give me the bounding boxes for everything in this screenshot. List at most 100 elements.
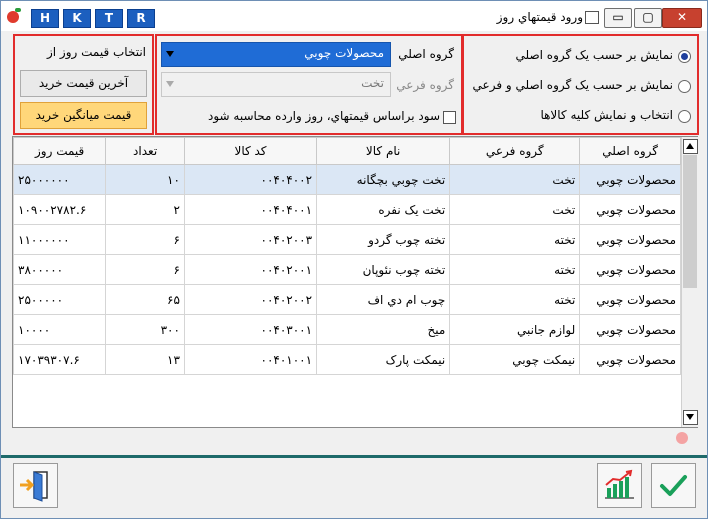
cell-sub-group[interactable]: تخته (449, 224, 581, 255)
window: H K T R ورود قيمتهاي روز ▭ ▢ ✕ انتخاب قی… (0, 0, 708, 519)
profit-calc-checkbox[interactable] (443, 111, 456, 124)
shortcut-t-button[interactable]: T (95, 9, 123, 28)
maximize-button[interactable]: ▢ (634, 8, 662, 28)
cell-item-code[interactable]: ۰۰۴۰۲۰۰۳ (183, 224, 318, 255)
scroll-down-icon[interactable] (683, 410, 698, 425)
cell-item-code[interactable]: ۰۰۴۰۴۰۰۲ (183, 164, 318, 195)
table-row[interactable]: ۲۵۰۰۰۰۰ ۶۵ ۰۰۴۰۲۰۰۲ چوب ام دي اف تخته مح… (12, 284, 681, 315)
cell-daily-price[interactable]: ۱۰۰۰۰ (12, 314, 107, 345)
table-row[interactable]: ۱۰۹۰۰۲۷۸۲.۶ ۲ ۰۰۴۰۴۰۰۱ تخت یک نفره تخت م… (12, 194, 681, 225)
window-icon (585, 11, 599, 24)
main-group-label: گروه اصلي (398, 47, 454, 61)
cell-item-code[interactable]: ۰۰۴۰۲۰۰۲ (183, 284, 318, 315)
shortcut-r-button[interactable]: R (127, 9, 155, 28)
col-daily-price[interactable]: قيمت روز (12, 137, 107, 165)
cell-quantity[interactable]: ۶۵ (105, 284, 185, 315)
chevron-down-icon (166, 51, 174, 57)
table-row[interactable]: ۱۷۰۳۹۳۰۷.۶ ۱۳ ۰۰۴۰۱۰۰۱ نيمکت پارک نيمکت … (12, 344, 681, 375)
col-sub-group[interactable]: گروه فرعي (449, 137, 581, 165)
checkmark-icon (660, 475, 687, 496)
profit-calc-label: سود براساس قيمتهاي، روز وارده محاسبه شود (208, 109, 440, 123)
items-table: قيمت روز تعداد کد کالا نام کالا گروه فرع… (12, 137, 681, 375)
col-main-group[interactable]: گروه اصلي (579, 137, 681, 165)
radio-by-main-and-sub-group[interactable] (678, 80, 691, 93)
app-logo-icon (7, 11, 19, 23)
cell-item-name[interactable]: نيمکت پارک (316, 344, 451, 375)
cell-sub-group[interactable]: نيمکت چوبي (449, 344, 581, 375)
table-row[interactable]: ۳۸۰۰۰۰۰ ۶ ۰۰۴۰۲۰۰۱ تخته چوب نئوپان تخته … (12, 254, 681, 285)
cell-sub-group[interactable]: تخته (449, 284, 581, 315)
cell-daily-price[interactable]: ۱۱۰۰۰۰۰۰ (12, 224, 107, 255)
cell-item-name[interactable]: تخته چوب گردو (316, 224, 451, 255)
cell-quantity[interactable]: ۱۰ (105, 164, 185, 195)
cell-quantity[interactable]: ۱۳ (105, 344, 185, 375)
chevron-down-icon (166, 81, 174, 87)
price-source-label: انتخاب قیمت روز از (46, 45, 146, 59)
col-item-name[interactable]: نام کالا (316, 137, 451, 165)
cell-item-code[interactable]: ۰۰۴۰۲۰۰۱ (183, 254, 318, 285)
group-filter-panel: گروه اصلي محصولات چوبي گروه فرعي تخت سود… (155, 34, 464, 135)
close-button[interactable]: ✕ (662, 8, 702, 28)
chart-button[interactable] (597, 463, 642, 508)
cell-item-code[interactable]: ۰۰۴۰۳۰۰۱ (183, 314, 318, 345)
radio-by-main-and-sub-group-label: نمايش بر حسب يک گروه اصلي و فرعي (472, 78, 673, 92)
cell-main-group[interactable]: محصولات چوبي (579, 164, 681, 195)
cell-item-name[interactable]: تخت چوبي بچگانه (316, 164, 451, 195)
cell-daily-price[interactable]: ۲۵۰۰۰۰۰۰ (12, 164, 107, 195)
shortcut-k-button[interactable]: K (63, 9, 91, 28)
confirm-button[interactable] (651, 463, 696, 508)
cell-sub-group[interactable]: تخت (449, 194, 581, 225)
cell-daily-price[interactable]: ۳۸۰۰۰۰۰ (12, 254, 107, 285)
exit-button[interactable] (13, 463, 58, 508)
col-quantity[interactable]: تعداد (105, 137, 185, 165)
radio-all-items[interactable] (678, 110, 691, 123)
cell-item-name[interactable]: چوب ام دي اف (316, 284, 451, 315)
cell-main-group[interactable]: محصولات چوبي (579, 194, 681, 225)
last-purchase-price-button[interactable]: آخرین قیمت خرید (20, 70, 147, 97)
cell-quantity[interactable]: ۶ (105, 254, 185, 285)
title-bar: H K T R ورود قيمتهاي روز ▭ ▢ ✕ (1, 1, 707, 31)
cell-sub-group[interactable]: تخته (449, 254, 581, 285)
radio-by-main-group[interactable] (678, 50, 691, 63)
scroll-thumb[interactable] (683, 155, 697, 288)
cell-daily-price[interactable]: ۲۵۰۰۰۰۰ (12, 284, 107, 315)
sub-group-value: تخت (361, 76, 384, 90)
cell-main-group[interactable]: محصولات چوبي (579, 284, 681, 315)
price-source-panel: انتخاب قیمت روز از آخرین قیمت خرید قیمت … (13, 34, 154, 135)
app-logo-leaf-icon (15, 8, 21, 12)
items-grid: قيمت روز تعداد کد کالا نام کالا گروه فرع… (12, 136, 698, 428)
vertical-scrollbar[interactable] (681, 137, 698, 427)
minimize-button[interactable]: ▭ (604, 8, 632, 28)
cell-item-code[interactable]: ۰۰۴۰۴۰۰۱ (183, 194, 318, 225)
table-header-row: قيمت روز تعداد کد کالا نام کالا گروه فرع… (12, 137, 681, 165)
table-row[interactable]: ۲۵۰۰۰۰۰۰ ۱۰ ۰۰۴۰۴۰۰۲ تخت چوبي بچگانه تخت… (12, 164, 681, 195)
col-item-code[interactable]: کد کالا (183, 137, 318, 165)
scroll-up-icon[interactable] (683, 139, 698, 154)
average-purchase-price-button[interactable]: قیمت میانگین خرید (20, 102, 147, 129)
cell-quantity[interactable]: ۶ (105, 224, 185, 255)
sub-group-select[interactable]: تخت (161, 72, 391, 97)
cell-sub-group[interactable]: لوازم جانبي (449, 314, 581, 345)
shortcut-h-button[interactable]: H (31, 9, 59, 28)
cell-item-name[interactable]: تخت یک نفره (316, 194, 451, 225)
radio-all-items-label: انتخاب و نمايش کليه کالاها (540, 108, 673, 122)
cell-quantity[interactable]: ۳۰۰ (105, 314, 185, 345)
cell-quantity[interactable]: ۲ (105, 194, 185, 225)
cell-daily-price[interactable]: ۱۷۰۳۹۳۰۷.۶ (12, 344, 107, 375)
status-indicator-icon (676, 432, 688, 444)
table-row[interactable]: ۱۰۰۰۰ ۳۰۰ ۰۰۴۰۳۰۰۱ ميخ لوازم جانبي محصول… (12, 314, 681, 345)
main-group-value: محصولات چوبي (304, 46, 384, 60)
cell-item-name[interactable]: ميخ (316, 314, 451, 345)
cell-main-group[interactable]: محصولات چوبي (579, 344, 681, 375)
cell-main-group[interactable]: محصولات چوبي (579, 254, 681, 285)
table-row[interactable]: ۱۱۰۰۰۰۰۰ ۶ ۰۰۴۰۲۰۰۳ تخته چوب گردو تخته م… (12, 224, 681, 255)
bar-chart-icon (605, 469, 634, 499)
cell-sub-group[interactable]: تخت (449, 164, 581, 195)
cell-main-group[interactable]: محصولات چوبي (579, 224, 681, 255)
main-group-select[interactable]: محصولات چوبي (161, 42, 391, 67)
cell-main-group[interactable]: محصولات چوبي (579, 314, 681, 345)
cell-item-code[interactable]: ۰۰۴۰۱۰۰۱ (183, 344, 318, 375)
radio-by-main-group-label: نمايش بر حسب يک گروه اصلي (515, 48, 673, 62)
cell-daily-price[interactable]: ۱۰۹۰۰۲۷۸۲.۶ (12, 194, 107, 225)
cell-item-name[interactable]: تخته چوب نئوپان (316, 254, 451, 285)
